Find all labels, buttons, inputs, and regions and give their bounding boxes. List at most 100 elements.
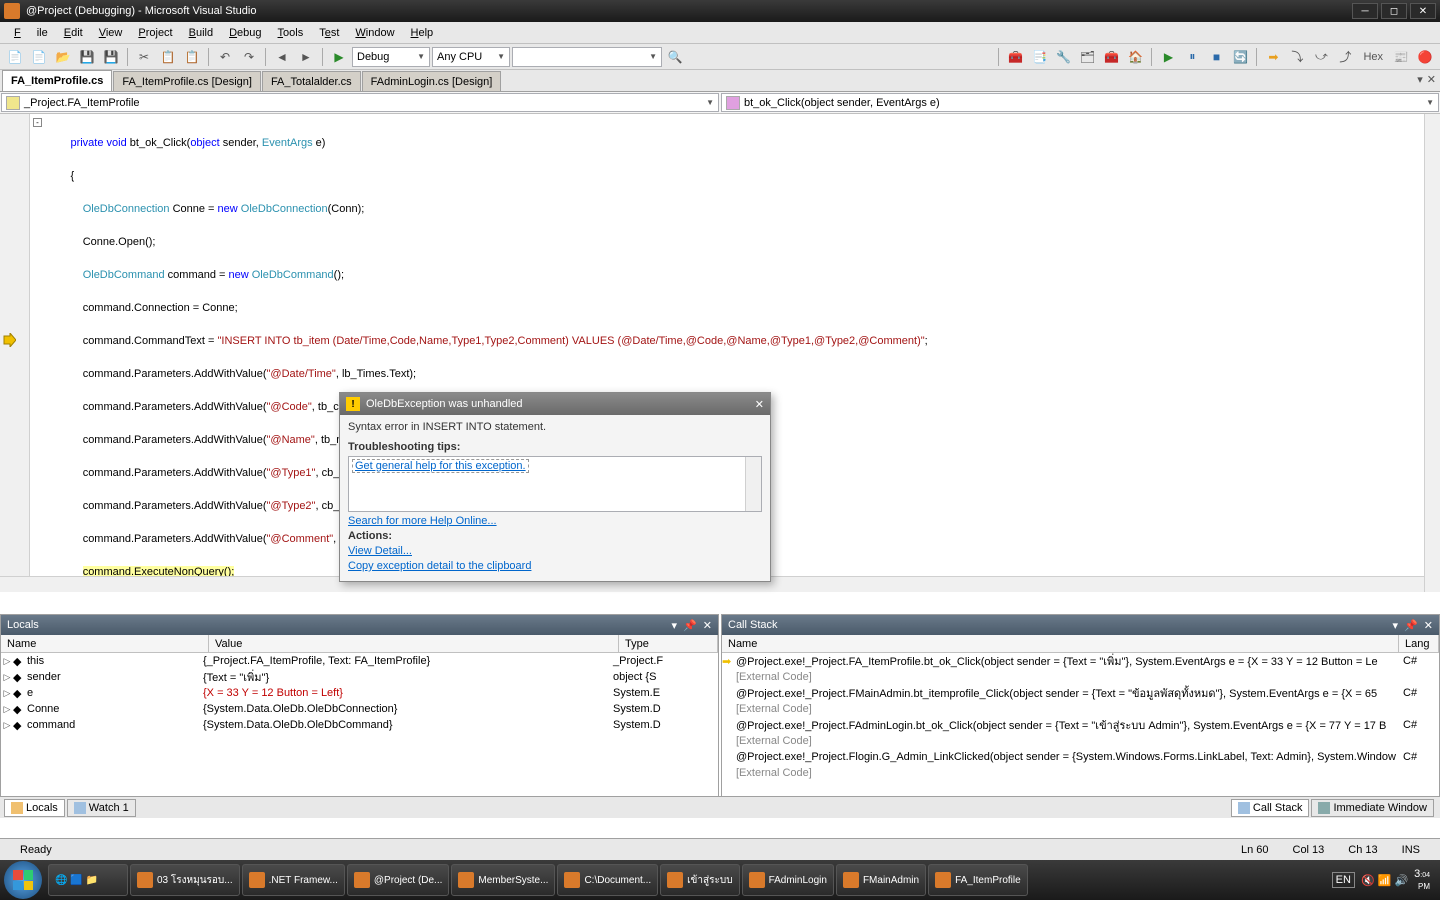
platform-dropdown[interactable]: Any CPU▼: [432, 47, 510, 67]
breakpoints-icon[interactable]: 🔴: [1414, 46, 1436, 68]
callstack-row[interactable]: @Project.exe!_Project.FAdminLogin.bt_ok_…: [722, 717, 1439, 733]
callstack-row[interactable]: ➡@Project.exe!_Project.FA_ItemProfile.bt…: [722, 653, 1439, 669]
callstack-row[interactable]: @Project.exe!_Project.FMainAdmin.bt_item…: [722, 685, 1439, 701]
locals-row[interactable]: ▷◆command{System.Data.OleDb.OleDbCommand…: [1, 717, 718, 733]
start-page-icon[interactable]: 🏠: [1124, 46, 1146, 68]
system-tray[interactable]: EN 🔇 📶 🔊 3:04PM: [1332, 869, 1436, 892]
search-help-online-link[interactable]: Search for more Help Online...: [348, 515, 762, 527]
menu-tools[interactable]: Tools: [270, 27, 312, 39]
tab-fa-itemprofile-design[interactable]: FA_ItemProfile.cs [Design]: [113, 71, 261, 91]
member-navigator[interactable]: bt_ok_Click(object sender, EventArgs e)▼: [721, 93, 1439, 112]
find-combo[interactable]: ▼: [512, 47, 662, 67]
menu-help[interactable]: Help: [403, 27, 442, 39]
stop-button[interactable]: ■: [1205, 46, 1227, 68]
find-button[interactable]: 🔍: [664, 46, 686, 68]
save-button[interactable]: 💾: [76, 46, 98, 68]
exception-close-button[interactable]: ✕: [755, 398, 764, 411]
tab-locals[interactable]: Locals: [4, 799, 65, 817]
outline-collapse-icon[interactable]: -: [33, 118, 42, 127]
menu-view[interactable]: View: [91, 27, 131, 39]
tray-icons[interactable]: 🔇 📶 🔊: [1361, 874, 1408, 887]
toolbox-icon[interactable]: 🧰: [1004, 46, 1026, 68]
undo-button[interactable]: ↶: [214, 46, 236, 68]
callstack-col-name[interactable]: Name: [722, 635, 1399, 652]
tips-scrollbar[interactable]: [745, 457, 761, 511]
open-button[interactable]: 📂: [52, 46, 74, 68]
callstack-row[interactable]: @Project.exe!_Project.Flogin.G_Admin_Lin…: [722, 749, 1439, 765]
menu-window[interactable]: Window: [347, 27, 402, 39]
callstack-panel-header[interactable]: Call Stack ▾📌✕: [722, 615, 1439, 635]
locals-row[interactable]: ▷◆e{X = 33 Y = 12 Button = Left}System.E: [1, 685, 718, 701]
tab-close-button[interactable]: ✕: [1427, 73, 1436, 86]
restart-button[interactable]: 🔄: [1229, 46, 1251, 68]
properties-icon[interactable]: 🔧: [1052, 46, 1074, 68]
object-browser-icon[interactable]: 🗂: [1076, 46, 1098, 68]
callstack-body[interactable]: ➡@Project.exe!_Project.FA_ItemProfile.bt…: [722, 653, 1439, 797]
cut-button[interactable]: ✂: [133, 46, 155, 68]
tab-immediate[interactable]: Immediate Window: [1311, 799, 1434, 817]
panel-dropdown-icon[interactable]: ▾: [1393, 619, 1399, 632]
taskbar-item[interactable]: FA_ItemProfile: [928, 864, 1028, 896]
tab-fa-totalalder[interactable]: FA_Totalalder.cs: [262, 71, 361, 91]
menu-test[interactable]: Test: [311, 27, 347, 39]
menu-build[interactable]: Build: [181, 27, 221, 39]
locals-col-name[interactable]: Name: [1, 635, 209, 652]
menu-edit[interactable]: Edit: [56, 27, 91, 39]
output-icon[interactable]: 📰: [1390, 46, 1412, 68]
callstack-row[interactable]: [External Code]: [722, 669, 1439, 685]
show-next-stmt-button[interactable]: ➡: [1262, 46, 1284, 68]
nav-fwd-button[interactable]: ►: [295, 46, 317, 68]
view-detail-link[interactable]: View Detail...: [348, 545, 762, 557]
tab-fa-itemprofile-cs[interactable]: FA_ItemProfile.cs: [2, 70, 112, 91]
copy-button[interactable]: 📋: [157, 46, 179, 68]
locals-panel-header[interactable]: Locals ▾📌✕: [1, 615, 718, 635]
tip-general-help-link[interactable]: Get general help for this exception.: [352, 459, 529, 473]
panel-dropdown-icon[interactable]: ▾: [672, 619, 678, 632]
taskbar-item[interactable]: FMainAdmin: [836, 864, 926, 896]
exception-header[interactable]: ! OleDbException was unhandled ✕: [340, 393, 770, 415]
step-into-button[interactable]: ⤵: [1286, 46, 1308, 68]
panel-close-icon[interactable]: ✕: [1424, 619, 1433, 632]
toolbox2-icon[interactable]: 🧰: [1100, 46, 1122, 68]
taskbar-item[interactable]: @Project (De...: [347, 864, 450, 896]
locals-col-type[interactable]: Type: [619, 635, 718, 652]
panel-close-icon[interactable]: ✕: [703, 619, 712, 632]
nav-back-button[interactable]: ◄: [271, 46, 293, 68]
callstack-row[interactable]: [External Code]: [722, 765, 1439, 781]
menu-project[interactable]: Project: [130, 27, 180, 39]
solution-icon[interactable]: 📑: [1028, 46, 1050, 68]
continue-button[interactable]: ▶: [1157, 46, 1179, 68]
locals-row[interactable]: ▷◆this{_Project.FA_ItemProfile, Text: FA…: [1, 653, 718, 669]
taskbar-item[interactable]: FAdminLogin: [742, 864, 834, 896]
taskbar-item[interactable]: 03 โรงหมุนรอบ...: [130, 864, 240, 896]
tab-fadminlogin-design[interactable]: FAdminLogin.cs [Design]: [362, 71, 502, 91]
taskbar-item[interactable]: C:\Document...: [557, 864, 658, 896]
copy-exception-link[interactable]: Copy exception detail to the clipboard: [348, 560, 762, 572]
tab-watch1[interactable]: Watch 1: [67, 799, 136, 817]
config-dropdown[interactable]: Debug▼: [352, 47, 430, 67]
taskbar-item[interactable]: เข้าสู่ระบบ: [660, 864, 739, 896]
pause-button[interactable]: ⏸: [1181, 46, 1203, 68]
callstack-col-lang[interactable]: Lang: [1399, 635, 1439, 652]
quick-launch[interactable]: 🌐 🟦 📁: [48, 864, 128, 896]
start-button[interactable]: [4, 861, 42, 899]
code-outline[interactable]: -: [30, 114, 46, 592]
close-button[interactable]: ✕: [1410, 3, 1436, 19]
save-all-button[interactable]: 💾: [100, 46, 122, 68]
start-debug-button[interactable]: ▶: [328, 46, 350, 68]
minimize-button[interactable]: ─: [1352, 3, 1378, 19]
locals-body[interactable]: ▷◆this{_Project.FA_ItemProfile, Text: FA…: [1, 653, 718, 797]
taskbar-item[interactable]: MemberSyste...: [451, 864, 555, 896]
locals-row[interactable]: ▷◆sender{Text = "เพิ่ม"}object {S: [1, 669, 718, 685]
maximize-button[interactable]: ◻: [1381, 3, 1407, 19]
callstack-row[interactable]: [External Code]: [722, 733, 1439, 749]
menu-file[interactable]: File: [6, 27, 56, 39]
tab-list-dropdown[interactable]: ▾: [1417, 73, 1423, 86]
clock[interactable]: 3:04PM: [1414, 869, 1430, 892]
redo-button[interactable]: ↷: [238, 46, 260, 68]
taskbar-item[interactable]: .NET Framew...: [242, 864, 345, 896]
step-over-button[interactable]: ⤻: [1310, 46, 1332, 68]
step-out-button[interactable]: ⤴: [1334, 46, 1356, 68]
callstack-row[interactable]: [External Code]: [722, 701, 1439, 717]
tab-callstack[interactable]: Call Stack: [1231, 799, 1310, 817]
